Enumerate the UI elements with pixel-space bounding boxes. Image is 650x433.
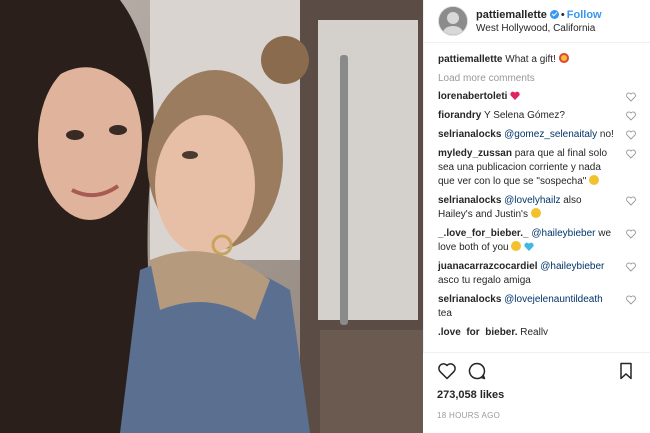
caption-username[interactable]: pattiemallette: [438, 54, 502, 65]
like-comment-heart-icon[interactable]: [626, 262, 636, 272]
action-icons: [437, 359, 636, 383]
heart-icon[interactable]: [437, 361, 457, 381]
red-heart-emoji-icon: [510, 91, 520, 100]
like-comment-heart-icon[interactable]: [626, 229, 636, 239]
bookmark-icon[interactable]: [616, 361, 636, 381]
scream-emoji-icon: [511, 241, 522, 251]
post-photo[interactable]: [0, 0, 423, 433]
comment-text: tea: [438, 308, 452, 319]
verified-badge-icon: [549, 9, 559, 19]
comment-username[interactable]: selrianalocks: [438, 195, 501, 206]
comment-text: Y Selena Gómez?: [483, 110, 565, 121]
post-timestamp[interactable]: 18 HOURS AGO: [437, 411, 636, 420]
comment-mention[interactable]: @haileybieber: [531, 228, 595, 239]
comment-mention[interactable]: @lovelyhailz: [504, 195, 560, 206]
comment-username[interactable]: selrianalocks: [438, 294, 501, 305]
comment-username[interactable]: myledy_zussan: [438, 148, 512, 159]
comment-item: selrianalocks @gomez_selenaitaly no!: [438, 128, 636, 142]
post-actions: 273,058 likes 18 HOURS AGO: [423, 352, 650, 433]
post-location[interactable]: West Hollywood, California: [476, 22, 602, 36]
comment-item: selrianalocks @lovejelenauntildeath tea: [438, 293, 636, 321]
comment-item: selrianalocks @lovelyhailz also Hailey's…: [438, 194, 636, 222]
comment-icon[interactable]: [467, 361, 487, 381]
caption: pattiemallette What a gift!: [438, 53, 636, 67]
comment-item: _.love_for_bieber._ @haileybieber we lov…: [438, 227, 636, 255]
blue-heart-emoji-icon: [524, 242, 534, 251]
comment-username[interactable]: _.love_for_bieber._: [438, 228, 529, 239]
smile-emoji-icon: [530, 208, 541, 218]
post-header: pattiemallette • Follow West Hollywood, Ca…: [424, 0, 650, 43]
caption-text: What a gift!: [505, 54, 556, 65]
comment-item: fiorandry Y Selena Gómez?: [438, 109, 636, 123]
avatar-image-icon: [439, 7, 467, 35]
comment-username[interactable]: lorenabertoleti: [438, 91, 507, 102]
upside-down-emoji-icon: [589, 175, 600, 185]
like-comment-heart-icon[interactable]: [626, 149, 636, 159]
separator-dot: •: [560, 8, 565, 21]
comment-username[interactable]: selrianalocks: [438, 129, 501, 140]
comments-list[interactable]: pattiemallette What a gift! Load more co…: [424, 43, 650, 335]
comment-mention[interactable]: @gomez_selenaitaly: [504, 129, 597, 140]
like-comment-heart-icon[interactable]: [626, 196, 636, 206]
comment-item: lorenabertoleti: [438, 90, 636, 104]
comment-mention[interactable]: @lovejelenauntildeath: [504, 294, 603, 305]
heart-eyes-emoji-icon: [558, 53, 569, 63]
comment-item: myledy_zussan para que al final solo sea…: [438, 147, 636, 189]
follow-button[interactable]: Follow: [567, 9, 602, 21]
comment-text: Really: [520, 327, 549, 335]
avatar[interactable]: [438, 6, 468, 36]
header-username[interactable]: pattiemallette: [476, 9, 547, 21]
photo-illustration: [0, 0, 423, 433]
comment-item: .love_for_bieber. Really: [438, 326, 636, 335]
comment-username[interactable]: juanacarrazcocardiel: [438, 261, 538, 272]
comment-text: no!: [597, 129, 614, 140]
comment-username[interactable]: fiorandry: [438, 110, 481, 121]
comment-mention[interactable]: @haileybieber: [540, 261, 604, 272]
like-comment-heart-icon[interactable]: [626, 111, 636, 121]
like-comment-heart-icon[interactable]: [626, 295, 636, 305]
comment-item: juanacarrazcocardiel @haileybieber asco …: [438, 260, 636, 288]
comment-text: asco tu regalo amiga: [438, 275, 531, 286]
like-comment-heart-icon[interactable]: [626, 130, 636, 140]
comment-username[interactable]: .love_for_bieber.: [438, 327, 517, 335]
likes-count[interactable]: 273,058 likes: [437, 389, 636, 401]
like-comment-heart-icon[interactable]: [626, 92, 636, 102]
load-more-comments-button[interactable]: Load more comments: [438, 73, 636, 84]
